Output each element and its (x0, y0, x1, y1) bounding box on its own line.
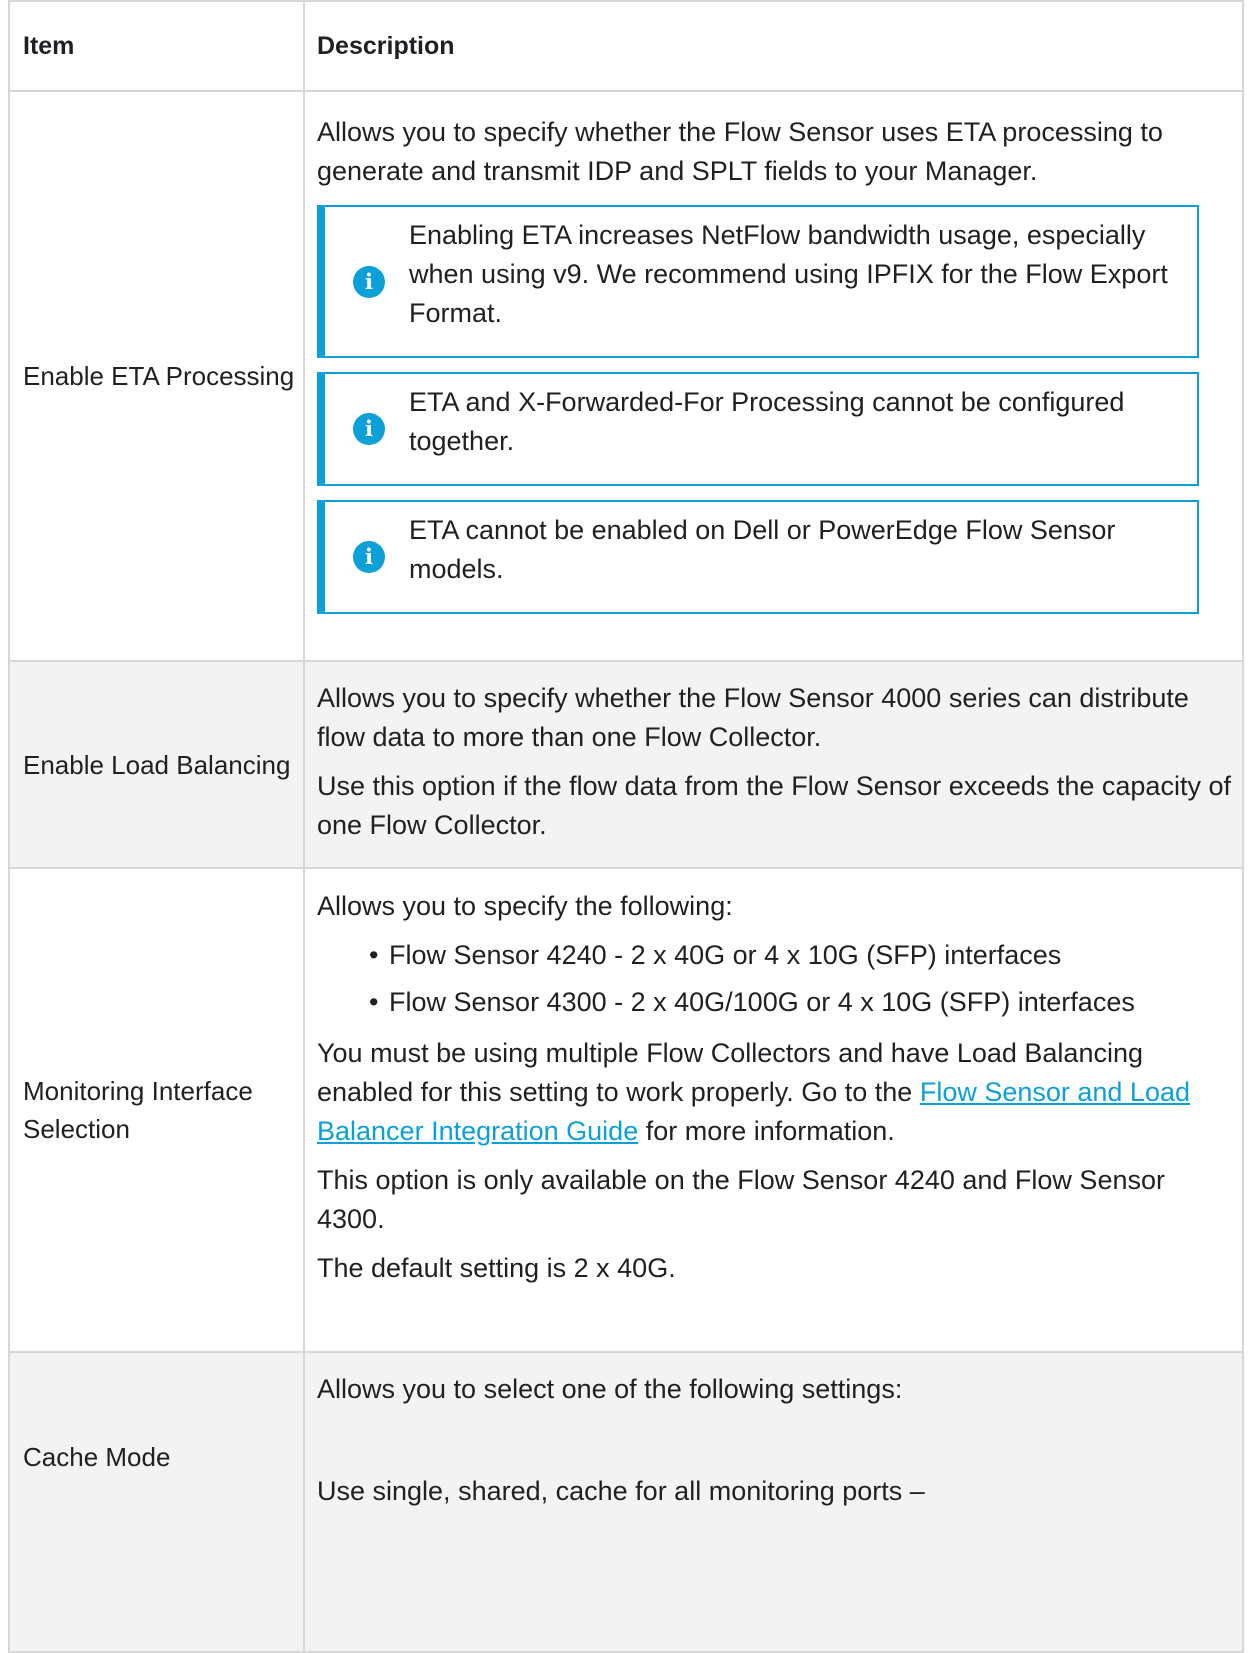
table-header-row: Item Description (8, 0, 1244, 92)
item-monitoring-interface: Monitoring Interface Selection (8, 867, 305, 1353)
monitoring-default: The default setting is 2 x 40G. (317, 1253, 676, 1283)
description-load-balancing: Allows you to specify whether the Flow S… (303, 660, 1244, 869)
table-row-cache-mode: Cache Mode Allows you to select one of t… (8, 1351, 1244, 1653)
cache-mode-intro: Allows you to select one of the followin… (317, 1374, 903, 1404)
info-icon: i (353, 541, 385, 573)
note-text: ETA cannot be enabled on Dell or PowerEd… (409, 515, 1116, 584)
table-row-load-balancing: Enable Load Balancing Allows you to spec… (8, 660, 1244, 869)
note-text: Enabling ETA increases NetFlow bandwidth… (409, 220, 1168, 328)
note-eta-dell: i ETA cannot be enabled on Dell or Power… (317, 500, 1199, 614)
list-item: Flow Sensor 4300 - 2 x 40G/100G or 4 x 1… (369, 983, 1234, 1022)
table-row-monitoring-interface: Monitoring Interface Selection Allows yo… (8, 867, 1244, 1353)
description-cache-mode: Allows you to select one of the followin… (303, 1351, 1244, 1653)
list-item: Flow Sensor 4240 - 2 x 40G or 4 x 10G (S… (369, 936, 1234, 975)
monitoring-availability: This option is only available on the Flo… (317, 1165, 1165, 1234)
description-monitoring-interface: Allows you to specify the following: Flo… (303, 867, 1244, 1353)
info-icon: i (353, 265, 385, 298)
info-icon: i (353, 413, 385, 445)
note-eta-bandwidth: i Enabling ETA increases NetFlow bandwid… (317, 205, 1199, 358)
settings-table: Item Description Enable ETA Processing A… (8, 0, 1244, 1653)
load-balancing-text-2: Use this option if the flow data from th… (317, 771, 1231, 840)
cache-mode-option: Use single, shared, cache for all monito… (317, 1476, 925, 1506)
table-row-enable-eta: Enable ETA Processing Allows you to spec… (8, 90, 1244, 662)
load-balancing-text-1: Allows you to specify whether the Flow S… (317, 683, 1189, 752)
eta-description-text: Allows you to specify whether the Flow S… (317, 117, 1163, 186)
requirement-text-end: for more information. (638, 1116, 895, 1146)
monitoring-options-list: Flow Sensor 4240 - 2 x 40G or 4 x 10G (S… (317, 936, 1234, 1022)
monitoring-intro: Allows you to specify the following: (317, 891, 733, 921)
monitoring-requirement: You must be using multiple Flow Collecto… (317, 1034, 1234, 1151)
description-enable-eta: Allows you to specify whether the Flow S… (303, 90, 1244, 662)
header-item: Item (8, 0, 305, 92)
item-cache-mode: Cache Mode (8, 1351, 305, 1653)
item-load-balancing: Enable Load Balancing (8, 660, 305, 869)
settings-table-wrapper: Item Description Enable ETA Processing A… (8, 0, 1244, 1653)
note-eta-xff: i ETA and X-Forwarded-For Processing can… (317, 372, 1199, 486)
note-text: ETA and X-Forwarded-For Processing canno… (409, 387, 1125, 456)
item-enable-eta: Enable ETA Processing (8, 90, 305, 662)
header-description: Description (303, 0, 1244, 92)
